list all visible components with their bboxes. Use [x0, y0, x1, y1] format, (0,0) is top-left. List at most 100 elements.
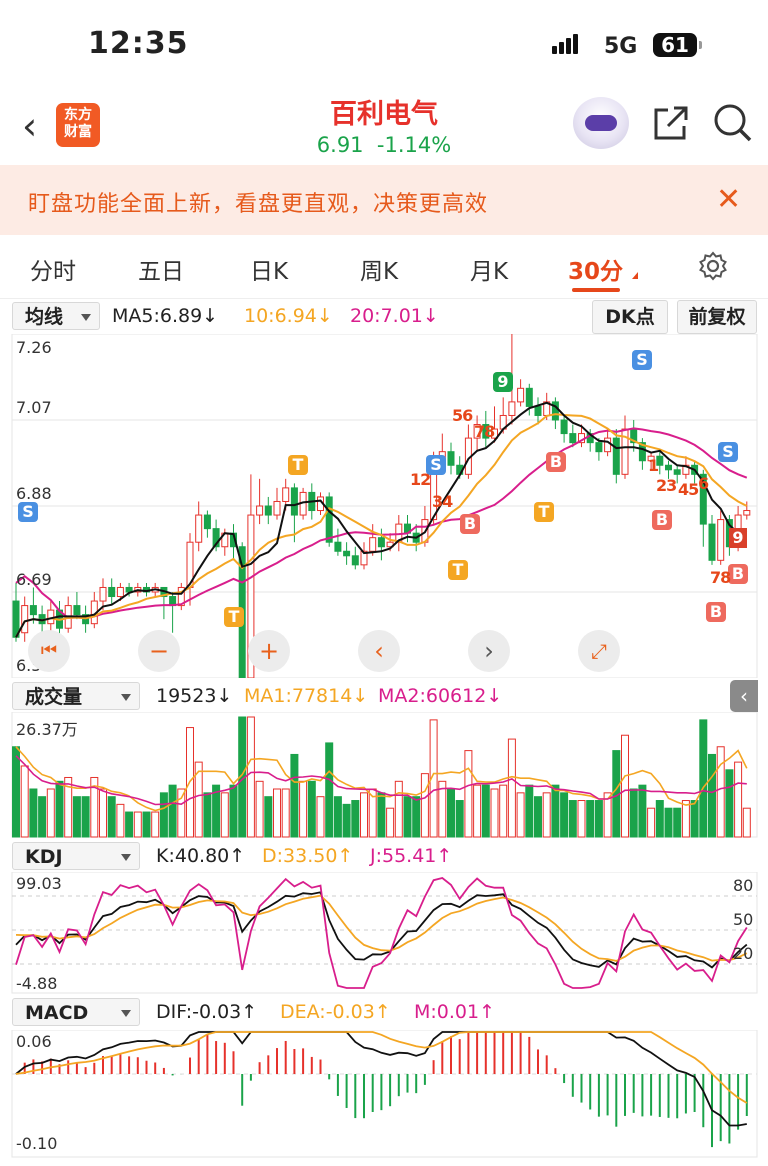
candle-body [560, 419, 568, 435]
volume-bar [38, 796, 47, 838]
candle-body [195, 514, 203, 543]
volume-value: 19523↓ [156, 685, 233, 707]
volume-selector[interactable]: 成交量 [12, 682, 140, 710]
candle-body [525, 387, 533, 407]
gear-icon[interactable] [697, 250, 729, 282]
candle-body [343, 550, 351, 557]
signal-marker[interactable]: 56 [452, 406, 473, 426]
signal-marker[interactable]: T [288, 455, 308, 475]
signal-marker[interactable]: 6 [698, 474, 709, 494]
ma20-value: 20:7.01↓ [350, 305, 439, 327]
kdj-ref-80: 80 [733, 876, 754, 895]
zoom-in-button[interactable]: + [248, 630, 290, 672]
signal-marker[interactable]: 23 [656, 476, 677, 496]
volume-bar [586, 800, 595, 838]
volume-bar [99, 788, 107, 838]
macd-selector[interactable]: MACD [12, 998, 140, 1026]
signal-marker[interactable]: 9 [493, 372, 513, 392]
macd-m: M:0.01↑ [414, 1001, 496, 1023]
candle-body [369, 537, 377, 552]
status-time: 12:35 [88, 26, 189, 61]
volume-bar [455, 800, 464, 838]
signal-marker[interactable]: 78 [474, 422, 495, 442]
signal-marker[interactable]: T [534, 502, 554, 522]
fullscreen-button[interactable]: ⤢ [578, 630, 620, 672]
volume-bar [403, 796, 412, 838]
volume-bar [394, 780, 403, 838]
zoom-out-button[interactable]: − [138, 630, 180, 672]
volume-bar [133, 811, 142, 838]
tab-monthly-k[interactable]: 月K [470, 252, 508, 286]
volume-ma2: MA2:60612↓ [378, 685, 503, 707]
stock-price: 6.91 [316, 133, 364, 157]
search-icon[interactable] [712, 102, 754, 144]
signal-marker[interactable]: S [18, 502, 38, 522]
volume-bar [325, 742, 334, 838]
battery-icon: 61 [653, 33, 702, 57]
volume-bar [307, 780, 316, 838]
volume-bar [46, 788, 55, 838]
signal-marker[interactable]: B [546, 452, 566, 472]
signal-marker[interactable]: 12 [410, 470, 431, 490]
scroll-left-button[interactable]: ‹ [358, 630, 400, 672]
volume-bar [734, 761, 743, 838]
close-icon[interactable]: ✕ [716, 182, 741, 217]
tab-30min[interactable]: 30分 [568, 252, 623, 286]
volume-bar [542, 792, 551, 838]
tab-daily-k[interactable]: 日K [250, 252, 288, 286]
candle-body [673, 469, 681, 475]
volume-bar [220, 792, 229, 838]
signal-marker[interactable]: B [728, 564, 748, 584]
signal-marker[interactable]: T [224, 607, 244, 627]
signal-marker[interactable]: 1 [648, 456, 659, 476]
kdj-axis-bottom: -4.88 [16, 974, 58, 993]
signal-marker[interactable]: 78 [710, 568, 731, 588]
signal-marker[interactable]: T [448, 560, 468, 580]
signal-marker[interactable]: B [706, 602, 726, 622]
volume-bar [29, 788, 38, 838]
candlestick-chart[interactable] [0, 334, 768, 678]
volume-bar [116, 803, 125, 838]
volume-bar [647, 807, 656, 838]
forward-adjust-button[interactable]: 前复权 [677, 300, 757, 334]
volume-bar [551, 784, 560, 838]
volume-bar [342, 803, 351, 838]
signal-marker[interactable]: B [460, 514, 480, 534]
volume-bar [447, 788, 455, 838]
scroll-right-button[interactable]: › [468, 630, 510, 672]
candle-body [534, 405, 542, 416]
k-start-button[interactable]: ⏮ [28, 630, 70, 672]
signal-marker[interactable]: 34 [432, 492, 453, 512]
signal-marker[interactable]: 45 [678, 480, 699, 500]
volume-ma1: MA1:77814↓ [244, 685, 369, 707]
tab-weekly-k[interactable]: 周K [360, 252, 398, 286]
signal-marker[interactable]: S [632, 350, 652, 370]
tab-intraday[interactable]: 分时 [30, 252, 76, 286]
price-axis-top: 7.26 [16, 338, 52, 357]
network-label: 5G [604, 34, 638, 59]
volume-bar [464, 750, 473, 838]
candle-body [29, 605, 37, 616]
candle-body [665, 464, 672, 471]
signal-marker[interactable]: B [652, 510, 672, 530]
tab-underline [572, 288, 620, 292]
ai-assistant-icon[interactable] [573, 97, 629, 149]
signal-marker[interactable]: 9 [729, 528, 747, 548]
tab-five-day[interactable]: 五日 [138, 252, 184, 286]
signal-marker[interactable]: S [718, 442, 738, 462]
ma-selector[interactable]: 均线 [12, 302, 100, 330]
kdj-chart [11, 872, 758, 994]
volume-bar [273, 788, 281, 838]
volume-bar [516, 792, 525, 838]
candle-body [351, 555, 359, 566]
share-icon[interactable] [650, 104, 690, 144]
kdj-selector[interactable]: KDJ [12, 842, 140, 870]
volume-chart [11, 712, 758, 838]
dk-point-button[interactable]: DK点 [592, 300, 668, 334]
candle-body [447, 451, 455, 466]
candle-body [604, 437, 612, 453]
candle-body [743, 510, 751, 516]
volume-bar [142, 811, 151, 838]
volume-bar [577, 800, 586, 838]
collapse-panel-button[interactable]: ‹ [730, 680, 758, 712]
